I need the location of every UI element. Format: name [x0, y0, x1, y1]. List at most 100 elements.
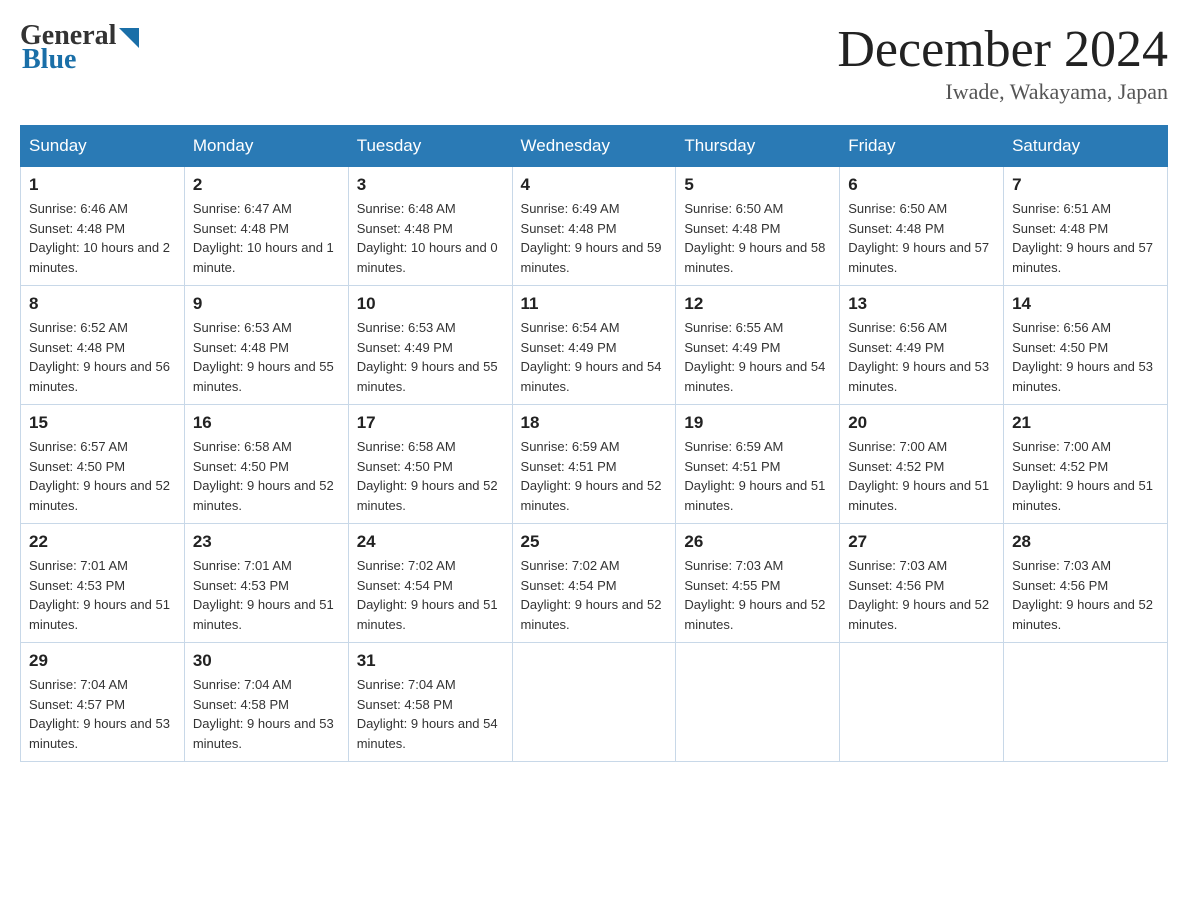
day-number: 10 — [357, 294, 504, 314]
day-cell: 15 Sunrise: 6:57 AMSunset: 4:50 PMDayligh… — [21, 405, 185, 524]
day-cell — [1004, 643, 1168, 762]
day-cell: 25 Sunrise: 7:02 AMSunset: 4:54 PMDayligh… — [512, 524, 676, 643]
day-info: Sunrise: 6:51 AMSunset: 4:48 PMDaylight:… — [1012, 199, 1159, 277]
day-info: Sunrise: 6:59 AMSunset: 4:51 PMDaylight:… — [684, 437, 831, 515]
week-row-4: 22 Sunrise: 7:01 AMSunset: 4:53 PMDayligh… — [21, 524, 1168, 643]
col-header-sunday: Sunday — [21, 126, 185, 167]
day-number: 17 — [357, 413, 504, 433]
day-cell: 4Sunrise: 6:49 AMSunset: 4:48 PMDaylight… — [512, 167, 676, 286]
col-header-tuesday: Tuesday — [348, 126, 512, 167]
day-number: 18 — [521, 413, 668, 433]
day-cell: 31 Sunrise: 7:04 AMSunset: 4:58 PMDayligh… — [348, 643, 512, 762]
day-info: Sunrise: 7:02 AMSunset: 4:54 PMDaylight:… — [357, 556, 504, 634]
day-number: 5 — [684, 175, 831, 195]
month-title: December 2024 — [837, 20, 1168, 79]
day-info: Sunrise: 7:03 AMSunset: 4:56 PMDaylight:… — [1012, 556, 1159, 634]
day-cell: 27 Sunrise: 7:03 AMSunset: 4:56 PMDayligh… — [840, 524, 1004, 643]
day-info: Sunrise: 6:52 AMSunset: 4:48 PMDaylight:… — [29, 318, 176, 396]
day-number: 11 — [521, 294, 668, 314]
col-header-thursday: Thursday — [676, 126, 840, 167]
day-info: Sunrise: 6:53 AMSunset: 4:49 PMDaylight:… — [357, 318, 504, 396]
day-cell: 14Sunrise: 6:56 AMSunset: 4:50 PMDayligh… — [1004, 286, 1168, 405]
day-cell: 20 Sunrise: 7:00 AMSunset: 4:52 PMDayligh… — [840, 405, 1004, 524]
day-number: 29 — [29, 651, 176, 671]
week-row-1: 1Sunrise: 6:46 AMSunset: 4:48 PMDaylight… — [21, 167, 1168, 286]
day-cell: 13Sunrise: 6:56 AMSunset: 4:49 PMDayligh… — [840, 286, 1004, 405]
day-cell: 16 Sunrise: 6:58 AMSunset: 4:50 PMDayligh… — [184, 405, 348, 524]
day-number: 2 — [193, 175, 340, 195]
day-info: Sunrise: 6:57 AMSunset: 4:50 PMDaylight:… — [29, 437, 176, 515]
day-number: 15 — [29, 413, 176, 433]
day-cell: 10 Sunrise: 6:53 AMSunset: 4:49 PMDayligh… — [348, 286, 512, 405]
day-cell: 7 Sunrise: 6:51 AMSunset: 4:48 PMDaylight… — [1004, 167, 1168, 286]
day-number: 12 — [684, 294, 831, 314]
day-info: Sunrise: 7:01 AMSunset: 4:53 PMDaylight:… — [29, 556, 176, 634]
day-number: 23 — [193, 532, 340, 552]
day-info: Sunrise: 6:55 AMSunset: 4:49 PMDaylight:… — [684, 318, 831, 396]
day-cell: 23 Sunrise: 7:01 AMSunset: 4:53 PMDayligh… — [184, 524, 348, 643]
day-info: Sunrise: 6:47 AMSunset: 4:48 PMDaylight:… — [193, 199, 340, 277]
day-info: Sunrise: 7:02 AMSunset: 4:54 PMDaylight:… — [521, 556, 668, 634]
page-header: General Blue December 2024 Iwade, Wakaya… — [20, 20, 1168, 105]
day-number: 3 — [357, 175, 504, 195]
day-cell — [840, 643, 1004, 762]
day-cell: 28Sunrise: 7:03 AMSunset: 4:56 PMDayligh… — [1004, 524, 1168, 643]
logo-blue-text: Blue — [22, 44, 139, 76]
day-number: 6 — [848, 175, 995, 195]
week-row-5: 29 Sunrise: 7:04 AMSunset: 4:57 PMDayligh… — [21, 643, 1168, 762]
col-header-friday: Friday — [840, 126, 1004, 167]
day-cell: 24 Sunrise: 7:02 AMSunset: 4:54 PMDayligh… — [348, 524, 512, 643]
day-info: Sunrise: 6:54 AMSunset: 4:49 PMDaylight:… — [521, 318, 668, 396]
day-info: Sunrise: 6:59 AMSunset: 4:51 PMDaylight:… — [521, 437, 668, 515]
day-number: 24 — [357, 532, 504, 552]
day-number: 1 — [29, 175, 176, 195]
calendar-table: SundayMondayTuesdayWednesdayThursdayFrid… — [20, 125, 1168, 762]
day-cell: 17Sunrise: 6:58 AMSunset: 4:50 PMDayligh… — [348, 405, 512, 524]
location: Iwade, Wakayama, Japan — [837, 79, 1168, 105]
day-number: 27 — [848, 532, 995, 552]
day-number: 31 — [357, 651, 504, 671]
day-cell — [512, 643, 676, 762]
day-info: Sunrise: 7:00 AMSunset: 4:52 PMDaylight:… — [1012, 437, 1159, 515]
day-info: Sunrise: 6:50 AMSunset: 4:48 PMDaylight:… — [848, 199, 995, 277]
day-number: 26 — [684, 532, 831, 552]
day-cell: 26 Sunrise: 7:03 AMSunset: 4:55 PMDayligh… — [676, 524, 840, 643]
day-info: Sunrise: 7:03 AMSunset: 4:55 PMDaylight:… — [684, 556, 831, 634]
day-info: Sunrise: 7:00 AMSunset: 4:52 PMDaylight:… — [848, 437, 995, 515]
title-block: December 2024 Iwade, Wakayama, Japan — [837, 20, 1168, 105]
day-number: 19 — [684, 413, 831, 433]
day-info: Sunrise: 7:04 AMSunset: 4:58 PMDaylight:… — [357, 675, 504, 753]
day-number: 14 — [1012, 294, 1159, 314]
logo: General Blue — [20, 20, 139, 76]
day-info: Sunrise: 6:48 AMSunset: 4:48 PMDaylight:… — [357, 199, 504, 277]
day-cell: 3 Sunrise: 6:48 AMSunset: 4:48 PMDaylight… — [348, 167, 512, 286]
day-info: Sunrise: 6:50 AMSunset: 4:48 PMDaylight:… — [684, 199, 831, 277]
day-info: Sunrise: 6:58 AMSunset: 4:50 PMDaylight:… — [193, 437, 340, 515]
day-number: 22 — [29, 532, 176, 552]
day-number: 20 — [848, 413, 995, 433]
day-number: 7 — [1012, 175, 1159, 195]
col-header-saturday: Saturday — [1004, 126, 1168, 167]
week-row-2: 8Sunrise: 6:52 AMSunset: 4:48 PMDaylight… — [21, 286, 1168, 405]
col-header-wednesday: Wednesday — [512, 126, 676, 167]
day-info: Sunrise: 7:04 AMSunset: 4:57 PMDaylight:… — [29, 675, 176, 753]
day-number: 16 — [193, 413, 340, 433]
day-cell: 6 Sunrise: 6:50 AMSunset: 4:48 PMDaylight… — [840, 167, 1004, 286]
day-info: Sunrise: 6:53 AMSunset: 4:48 PMDaylight:… — [193, 318, 340, 396]
day-cell — [676, 643, 840, 762]
day-number: 30 — [193, 651, 340, 671]
day-cell: 5 Sunrise: 6:50 AMSunset: 4:48 PMDaylight… — [676, 167, 840, 286]
week-row-3: 15 Sunrise: 6:57 AMSunset: 4:50 PMDayligh… — [21, 405, 1168, 524]
day-cell: 21 Sunrise: 7:00 AMSunset: 4:52 PMDayligh… — [1004, 405, 1168, 524]
day-cell: 11 Sunrise: 6:54 AMSunset: 4:49 PMDayligh… — [512, 286, 676, 405]
day-number: 9 — [193, 294, 340, 314]
day-info: Sunrise: 7:01 AMSunset: 4:53 PMDaylight:… — [193, 556, 340, 634]
day-cell: 19 Sunrise: 6:59 AMSunset: 4:51 PMDayligh… — [676, 405, 840, 524]
calendar-header-row: SundayMondayTuesdayWednesdayThursdayFrid… — [21, 126, 1168, 167]
day-cell: 9 Sunrise: 6:53 AMSunset: 4:48 PMDaylight… — [184, 286, 348, 405]
day-cell: 22 Sunrise: 7:01 AMSunset: 4:53 PMDayligh… — [21, 524, 185, 643]
day-number: 25 — [521, 532, 668, 552]
day-number: 21 — [1012, 413, 1159, 433]
day-cell: 2 Sunrise: 6:47 AMSunset: 4:48 PMDaylight… — [184, 167, 348, 286]
day-info: Sunrise: 7:03 AMSunset: 4:56 PMDaylight:… — [848, 556, 995, 634]
